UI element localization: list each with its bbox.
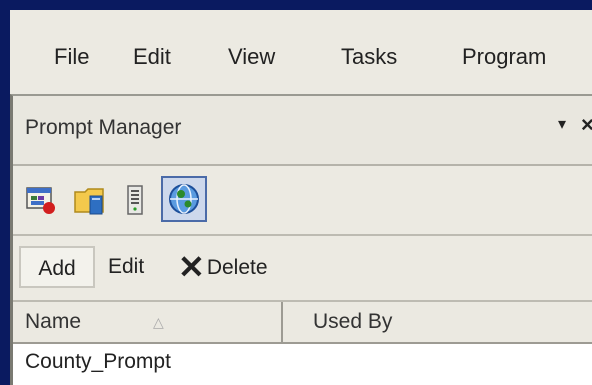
delete-label: Delete <box>206 256 268 279</box>
delete-button[interactable]: ✕Delete <box>178 246 268 288</box>
command-toolbar: Add Edit ✕Delete <box>13 236 592 302</box>
globe-icon[interactable] <box>161 176 207 222</box>
dropdown-arrow-icon[interactable]: ▾ <box>558 114 566 134</box>
column-header-name-label: Name <box>25 310 82 333</box>
media-icon[interactable] <box>25 184 57 216</box>
menu-program[interactable]: Program <box>462 44 546 70</box>
icon-toolbar <box>13 166 592 236</box>
panel-title-bar: Prompt Manager ▾ × <box>13 96 592 166</box>
server-icon[interactable] <box>123 184 155 216</box>
prompt-list: Name △ Used By County_Prompt <box>13 302 592 385</box>
prompt-manager-panel: Prompt Manager ▾ × Add Edit ✕Delete Name… <box>10 94 592 385</box>
panel-title: Prompt Manager <box>25 116 182 139</box>
column-header-used-by[interactable]: Used By <box>283 302 592 344</box>
sort-ascending-icon: △ <box>153 314 164 330</box>
table-row[interactable]: County_Prompt <box>13 344 592 384</box>
app-window: File Edit View Tasks Program Prompt Mana… <box>10 10 592 385</box>
column-header-used-by-label: Used By <box>313 310 393 333</box>
menu-tasks[interactable]: Tasks <box>341 44 397 70</box>
menu-file[interactable]: File <box>54 44 89 70</box>
row-name-cell: County_Prompt <box>25 350 171 373</box>
add-button[interactable]: Add <box>19 246 95 288</box>
close-icon[interactable]: × <box>581 112 592 138</box>
menu-bar: File Edit View Tasks Program <box>10 10 592 94</box>
column-header-name[interactable]: Name △ <box>13 302 283 344</box>
delete-icon: ✕ <box>178 249 205 285</box>
menu-edit[interactable]: Edit <box>133 44 171 70</box>
edit-button[interactable]: Edit <box>108 246 144 288</box>
menu-view[interactable]: View <box>228 44 275 70</box>
folder-icon[interactable] <box>73 184 105 216</box>
